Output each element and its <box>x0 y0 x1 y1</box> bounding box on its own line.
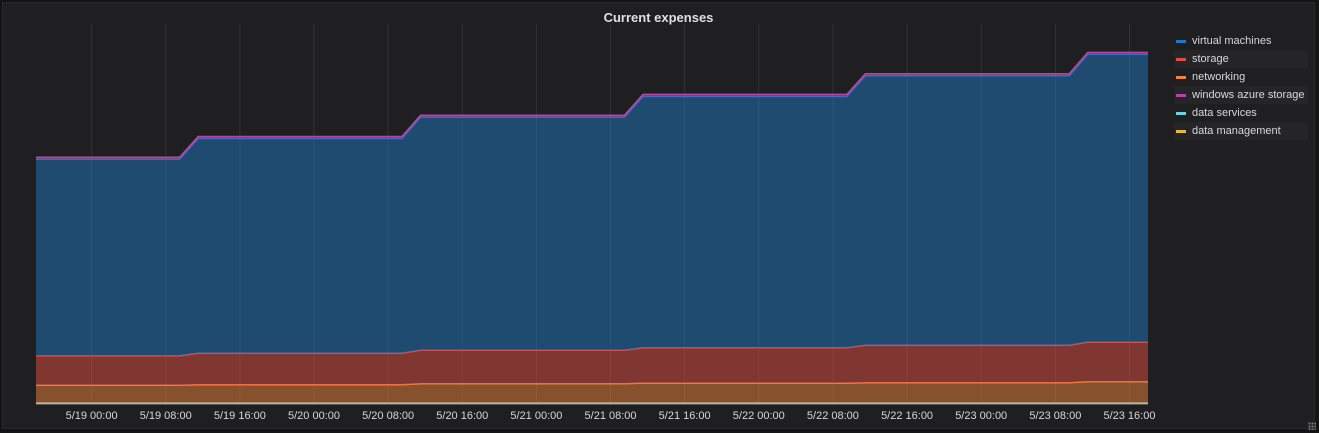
legend-swatch <box>1176 112 1186 115</box>
area-virtual-machines <box>36 54 1148 356</box>
x-tick-label: 5/22 00:00 <box>733 410 785 422</box>
x-tick-label: 5/23 08:00 <box>1029 410 1081 422</box>
x-tick-label: 5/20 08:00 <box>362 410 414 422</box>
legend-item-virtual-machines[interactable]: virtual machines <box>1174 32 1308 50</box>
x-tick-label: 5/19 16:00 <box>214 410 266 422</box>
legend-item-windows-azure-storage[interactable]: windows azure storage <box>1174 86 1308 104</box>
x-tick-label: 5/19 00:00 <box>66 410 118 422</box>
legend-item-networking[interactable]: networking <box>1174 68 1308 86</box>
x-tick-label: 5/23 16:00 <box>1103 410 1155 422</box>
legend-swatch <box>1176 58 1186 61</box>
x-tick-label: 5/21 00:00 <box>510 410 562 422</box>
legend-swatch <box>1176 40 1186 43</box>
legend-item-data-management[interactable]: data management <box>1174 122 1308 140</box>
x-tick-label: 5/23 00:00 <box>955 410 1007 422</box>
x-tick-label: 5/20 16:00 <box>436 410 488 422</box>
x-tick-label: 5/22 16:00 <box>881 410 933 422</box>
legend-label: data management <box>1192 125 1281 137</box>
legend-label: virtual machines <box>1192 35 1272 47</box>
x-tick-label: 5/19 08:00 <box>140 410 192 422</box>
legend-item-data-services[interactable]: data services <box>1174 104 1308 122</box>
legend-swatch <box>1176 130 1186 133</box>
legend-label: windows azure storage <box>1192 89 1305 101</box>
legend-item-storage[interactable]: storage <box>1174 50 1308 68</box>
x-tick-label: 5/22 08:00 <box>807 410 859 422</box>
x-tick-label: 5/20 00:00 <box>288 410 340 422</box>
chart-plot[interactable]: 5/19 00:00 5/19 08:00 5/19 16:00 5/20 00:00… <box>0 0 1319 433</box>
legend-label: data services <box>1192 107 1257 119</box>
x-tick-label: 5/21 08:00 <box>585 410 637 422</box>
x-tick-label: 5/21 16:00 <box>659 410 711 422</box>
legend-swatch <box>1176 94 1186 97</box>
legend-swatch <box>1176 76 1186 79</box>
legend-label: storage <box>1192 53 1229 65</box>
chart-legend: virtual machines storage networking wind… <box>1174 32 1308 140</box>
legend-label: networking <box>1192 71 1246 83</box>
panel-resize-handle[interactable] <box>1308 422 1316 430</box>
